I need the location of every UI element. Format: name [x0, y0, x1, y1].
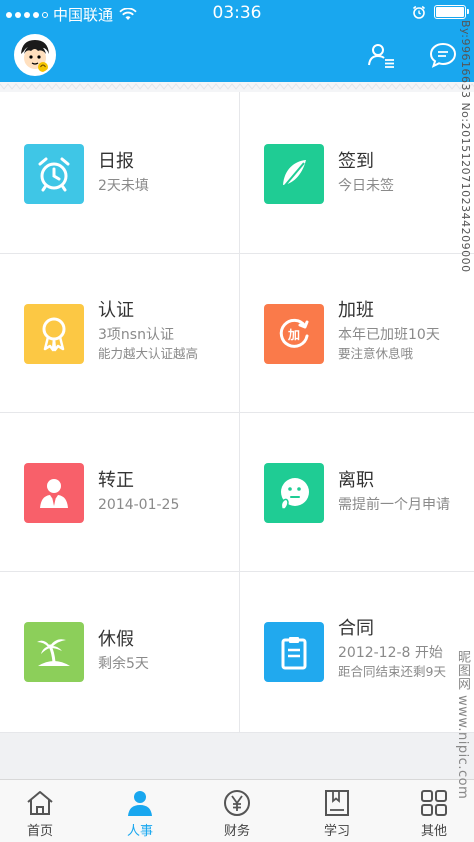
watermark-site: 昵图网 www.nipic.com: [455, 650, 470, 800]
alarm-status-icon: [412, 5, 426, 19]
check-in-tile: [264, 144, 324, 204]
overtime-count: 本年已加班10天: [338, 327, 440, 343]
grid-bottom-border: [0, 732, 474, 733]
contract-remaining: 距合同结束还剩9天: [338, 664, 446, 679]
vacation-remaining: 剩余5天: [98, 656, 149, 672]
person-suit-icon: [40, 479, 68, 508]
signal-carrier: 中国联通: [6, 4, 137, 25]
overtime-add-icon: 加: [279, 318, 309, 348]
resignation-tile: [264, 463, 324, 523]
vacation-title: 休假: [98, 629, 134, 650]
overtime-title: 加班: [338, 300, 374, 321]
thinking-face-icon: [280, 478, 309, 510]
battery-icon: [434, 5, 469, 19]
status-bar: 中国联通 03:36: [0, 0, 474, 26]
tab-other-label: 其他: [420, 824, 447, 839]
check-in-status: 今日未签: [338, 178, 394, 194]
bottom-tab-bar: 首页 人事 财务 学习 其他: [0, 779, 474, 842]
card-resignation[interactable]: 离职 需提前一个月申请: [240, 413, 474, 573]
person-icon: [128, 791, 152, 816]
tab-finance[interactable]: 财务: [197, 780, 277, 842]
avatar-cartoon-icon: [16, 36, 54, 74]
card-contract[interactable]: 合同 2012-12-8 开始 距合同结束还剩9天: [240, 572, 474, 732]
contract-start-date: 2012-12-8 开始: [338, 645, 443, 661]
contract-tile: [264, 622, 324, 682]
card-certification[interactable]: 认证 3项nsn认证 能力越大认证越高: [0, 254, 237, 414]
tab-study-label: 学习: [323, 824, 350, 839]
daily-report-status: 2天未填: [98, 178, 149, 194]
chat-bubble-icon[interactable]: [428, 40, 458, 70]
overtime-tile: 加: [264, 304, 324, 364]
tab-study[interactable]: 学习: [297, 780, 377, 842]
tab-home[interactable]: 首页: [0, 780, 80, 842]
regularization-date: 2014-01-25: [98, 497, 180, 513]
yen-coin-icon: [224, 790, 250, 816]
book-icon: [325, 790, 349, 816]
contract-title: 合同: [338, 618, 374, 639]
resignation-hint: 需提前一个月申请: [338, 497, 450, 513]
tab-home-label: 首页: [26, 824, 53, 839]
badge-ribbon-icon: [42, 317, 66, 352]
vacation-tile: [24, 622, 84, 682]
tab-finance-label: 财务: [223, 824, 250, 839]
regularization-tile: [24, 463, 84, 523]
grid-icon: [421, 790, 447, 816]
certification-title: 认证: [98, 300, 134, 321]
card-vacation[interactable]: 休假 剩余5天: [0, 572, 237, 732]
status-right: [412, 5, 469, 19]
card-daily-report[interactable]: 日报 2天未填: [0, 94, 237, 254]
overtime-hint: 要注意休息哦: [338, 346, 414, 361]
daily-report-title: 日报: [98, 151, 134, 172]
check-in-title: 签到: [338, 151, 374, 172]
palm-island-icon: [37, 639, 70, 666]
carrier-name: 中国联通: [53, 6, 114, 24]
regularization-title: 转正: [98, 470, 134, 491]
home-icon: [27, 791, 53, 815]
clipboard-icon: [281, 637, 307, 670]
zigzag-divider: [0, 82, 474, 92]
wifi-icon: [119, 8, 137, 20]
top-header: 中国联通 03:36: [0, 0, 474, 82]
watermark-id: By:99616633 No:20151207102344209000: [459, 20, 472, 273]
card-check-in[interactable]: 签到 今日未签: [240, 94, 474, 254]
daily-report-tile: [24, 144, 84, 204]
card-overtime[interactable]: 加 加班 本年已加班10天 要注意休息哦: [240, 254, 474, 414]
tab-hr-label: 人事: [126, 824, 153, 839]
card-regularization[interactable]: 转正 2014-01-25: [0, 413, 237, 573]
alarm-clock-icon: [38, 157, 70, 192]
certification-tile: [24, 304, 84, 364]
certification-count: 3项nsn认证: [98, 327, 174, 343]
tab-hr[interactable]: 人事: [100, 780, 180, 842]
resignation-title: 离职: [338, 470, 374, 491]
certification-hint: 能力越大认证越高: [98, 346, 199, 361]
signal-strength-icon: [6, 11, 48, 18]
contacts-list-icon[interactable]: [366, 40, 396, 70]
svg-text:加: 加: [287, 327, 300, 342]
feather-icon: [281, 160, 306, 190]
avatar[interactable]: [14, 34, 56, 76]
